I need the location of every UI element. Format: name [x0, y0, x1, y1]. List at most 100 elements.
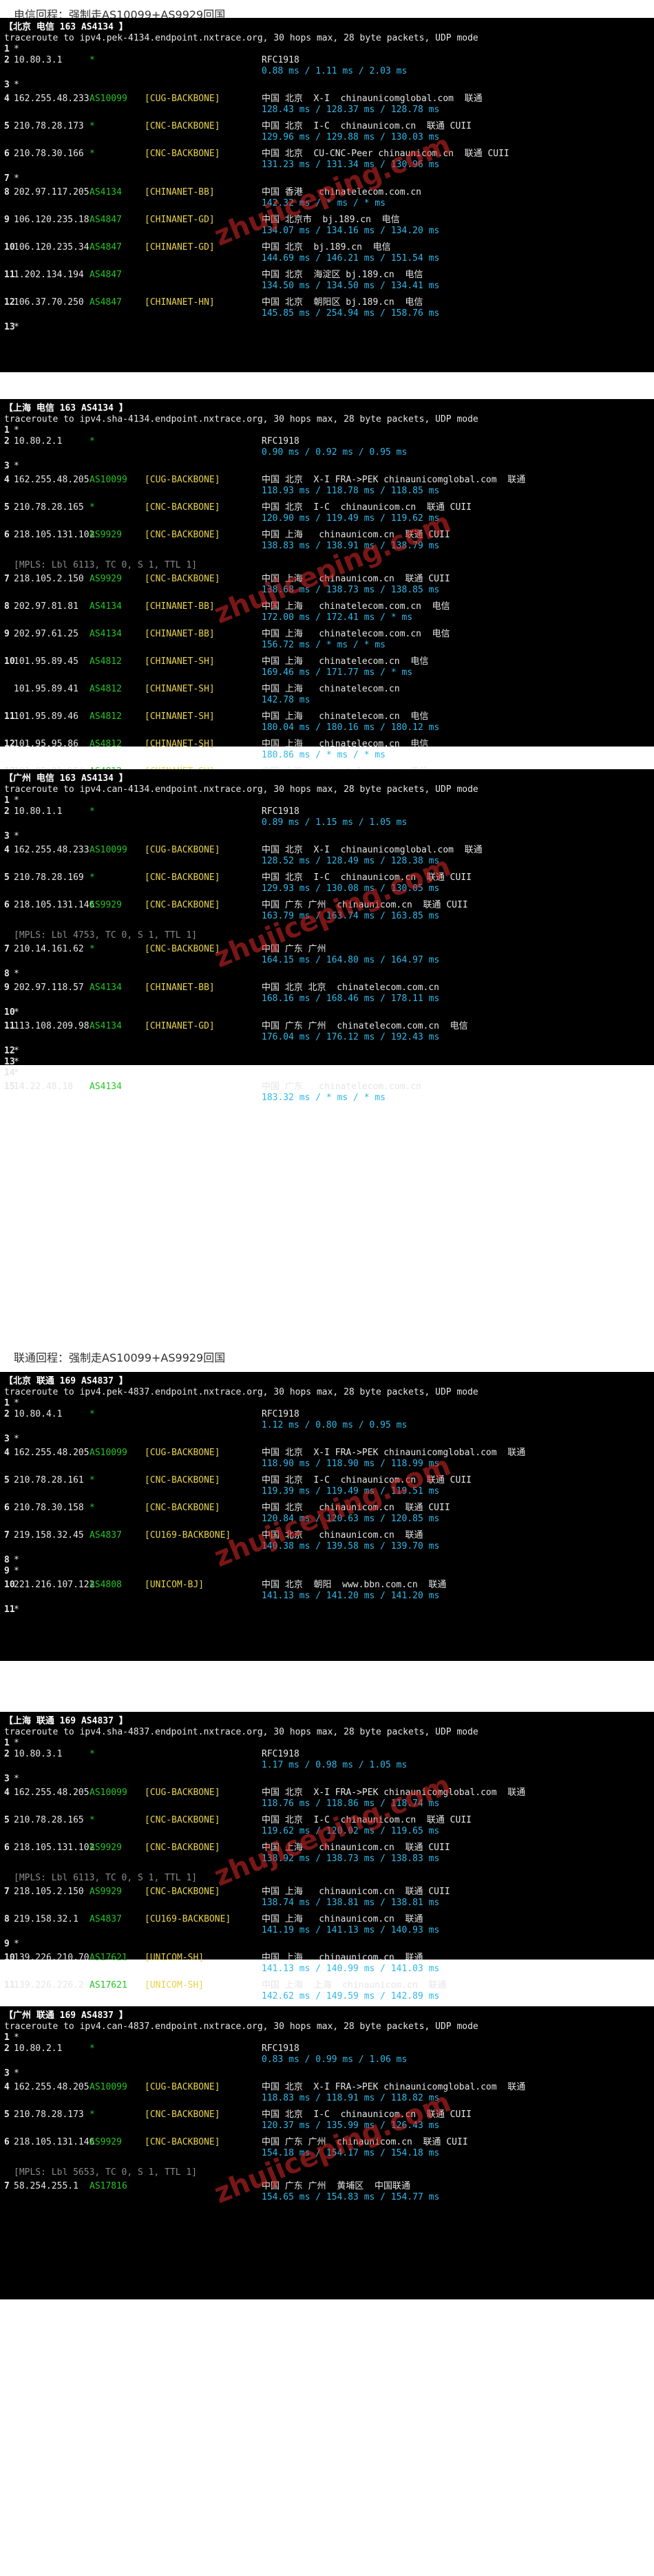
hop-number: 4: [4, 1788, 10, 1798]
hop-ip: 162.255.48.205: [14, 2082, 89, 2092]
hop-asn: AS4134: [89, 187, 122, 197]
hop-number: 5: [4, 1475, 10, 1485]
hop-backbone-tag: [CU169-BACKBONE]: [145, 1530, 231, 1541]
hop-number: 5: [4, 872, 10, 883]
hop-number: 6: [4, 1503, 10, 1513]
hop-ip: 210.78.28.169: [14, 872, 84, 883]
hop-row: 4 162.255.48.205 AS10099 [CUG-BACKBONE] 中国 北…: [0, 1448, 654, 1459]
hop-geo: 中国 北京 X-I FRA->PEK chinaunicomglobal.com…: [262, 2082, 526, 2092]
hop-geo: RFC1918: [262, 1749, 299, 1759]
hop-row: 3 *: [0, 1434, 654, 1445]
hop-row: 8 202.97.117.205 AS4134 [CHINANET-BB] 中国 香港 …: [0, 187, 654, 198]
hop-latency: 118.90 ms / 118.90 ms / 118.99 ms: [262, 1459, 440, 1469]
hop-row: 11 *: [0, 1604, 654, 1616]
hop-row: 11 101.95.89.46 AS4812 [CHINANET-SH] 中国 上海 c…: [0, 711, 654, 722]
hop-asn: AS4837: [89, 1530, 122, 1541]
hop-ip: *: [14, 322, 19, 332]
hop-ip: *: [14, 1939, 19, 1949]
hop-row: 101.95.89.41 AS4812 [CHINANET-SH] 中国 上海 chi…: [0, 684, 654, 695]
hop-backbone-tag: [CUG-BACKBONE]: [145, 2082, 220, 2092]
hop-row: 7 219.158.32.45 AS4837 [CU169-BACKBONE] 中国 北…: [0, 1530, 654, 1541]
hop-backbone-tag: [CUG-BACKBONE]: [145, 94, 220, 104]
hop-backbone-tag: [CNC-BACKBONE]: [145, 2110, 220, 2120]
hop-geo: 中国 广东 广州 chinatelecom.com.cn 电信: [262, 1021, 468, 1031]
hop-latency: 164.15 ms / 164.80 ms / 164.97 ms: [262, 955, 440, 965]
hop-geo: 中国 上海 chinaunicom.cn 联通 CUII: [262, 1887, 450, 1897]
hop-latency: 144.69 ms / 146.21 ms / 151.54 ms: [262, 253, 440, 264]
hop-asn: *: [89, 1409, 95, 1419]
hop-latency: 0.83 ms / 0.99 ms / 1.06 ms: [262, 2054, 408, 2065]
hop-geo: 中国 上海 chinatelecom.com.cn 电信: [262, 629, 450, 639]
hop-ip: *: [14, 1057, 19, 1067]
hop-asn: AS4134: [89, 629, 122, 639]
hop-latency: 141.13 ms / 140.99 ms / 141.03 ms: [262, 1964, 440, 1974]
hop-asn: AS10099: [89, 475, 127, 485]
hop-ip: 202.97.118.57: [14, 983, 84, 993]
trace-command: traceroute to ipv4.pek-4837.endpoint.nxt…: [4, 1387, 478, 1397]
hop-row: 1 *: [0, 1738, 654, 1749]
hop-geo: 中国 上海 chinaunicom.cn 联通: [262, 1953, 423, 1963]
hop-ip: 106.120.235.18: [14, 215, 89, 225]
hop-ip: 139.226.210.70: [14, 1953, 89, 1963]
hop-number: 9: [4, 1566, 10, 1576]
hop-row: 3 *: [0, 461, 654, 472]
hop-asn: *: [89, 2110, 95, 2120]
hop-asn: AS9929: [89, 574, 122, 584]
hop-row: 9 106.120.235.18 AS4847 [CHINANET-GD] 中国 北京市…: [0, 215, 654, 226]
hop-latency: 138.83 ms / 138.91 ms / 138.79 ms: [262, 541, 440, 551]
hop-row: 9 202.97.118.57 AS4134 [CHINANET-BB] 中国 北京 北…: [0, 983, 654, 994]
hop-ip: *: [14, 969, 19, 979]
hop-row: 8 *: [0, 969, 654, 980]
hop-number: 5: [4, 1815, 10, 1825]
hop-number: 8: [4, 1555, 10, 1565]
hop-asn: *: [89, 502, 95, 513]
hop-asn: *: [89, 121, 95, 131]
hop-latency: 140.38 ms / 139.58 ms / 139.70 ms: [262, 1541, 440, 1552]
hop-number: 7: [4, 944, 10, 954]
hop-latency: 128.52 ms / 128.49 ms / 128.38 ms: [262, 856, 440, 866]
hop-latency: 141.13 ms / 141.20 ms / 141.20 ms: [262, 1591, 440, 1601]
hop-asn: AS4134: [89, 1021, 122, 1031]
hop-row: 4 162.255.48.205 AS10099 [CUG-BACKBONE] 中国 北…: [0, 1788, 654, 1799]
hop-latency: 1.17 ms / 0.98 ms / 1.05 ms: [262, 1760, 408, 1770]
hop-latency: 0.89 ms / 1.15 ms / 1.05 ms: [262, 817, 408, 828]
hop-ip: 219.158.32.1: [14, 1914, 78, 1924]
hop-asn: *: [89, 436, 95, 447]
hop-geo: 中国 广东 广州: [262, 944, 326, 954]
terminal-block: 【上海 联通 169 AS4837 】 traceroute to ipv4.sh…: [0, 1712, 654, 2001]
hop-ip: 58.254.255.1: [14, 2181, 78, 2191]
hop-geo: 中国 北京 I-C chinaunicom.cn 联通 CUII: [262, 872, 472, 883]
hop-backbone-tag: [CNC-BACKBONE]: [145, 574, 220, 584]
hop-geo: 中国 广东 广州 chinaunicom.cn 联通 CUII: [262, 900, 468, 910]
trace-command: traceroute to ipv4.can-4837.endpoint.nxt…: [4, 2021, 478, 2032]
hop-latency: 134.07 ms / 134.16 ms / 134.20 ms: [262, 226, 440, 236]
hop-ip: 162.255.48.205: [14, 1788, 89, 1798]
hop-backbone-tag: [CNC-BACKBONE]: [145, 1503, 220, 1513]
hop-row: 2 10.80.2.1 * RFC1918: [0, 2043, 654, 2054]
hop-geo: 中国 广东 chinatelecom.com.cn: [262, 1082, 422, 1092]
hop-latency: 145.85 ms / 254.94 ms / 158.76 ms: [262, 308, 440, 319]
hop-asn: AS9929: [89, 530, 122, 540]
hop-ip: 210.78.28.173: [14, 121, 84, 131]
hop-row: 8 219.158.32.1 AS4837 [CU169-BACKBONE] 中国 上海…: [0, 1914, 654, 1925]
hop-latency: 142.78 ms: [262, 695, 310, 705]
hop-backbone-tag: [CUG-BACKBONE]: [145, 1788, 220, 1798]
hop-geo: 中国 北京 I-C chinaunicom.cn 联通 CUII: [262, 1475, 472, 1485]
hop-row: 7 210.14.161.62 * [CNC-BACKBONE] 中国 广东 广州: [0, 944, 654, 955]
hop-geo: RFC1918: [262, 55, 299, 65]
hop-latency: 180.86 ms / * ms / * ms: [262, 750, 386, 760]
hop-row: 11 113.108.209.98 AS4134 [CHINANET-GD] 中国 广东…: [0, 1021, 654, 1032]
hop-backbone-tag: [CHINANET-BB]: [145, 601, 215, 612]
hop-asn: *: [89, 944, 95, 954]
hop-number: 4: [4, 1448, 10, 1458]
trace-title: 【广州 电信 163 AS4134 】: [4, 773, 128, 784]
hop-number: 6: [4, 530, 10, 540]
hop-geo: 中国 上海 chinaunicom.cn 联通 CUII: [262, 530, 450, 540]
hop-backbone-tag: [CNC-BACKBONE]: [145, 1815, 220, 1825]
hop-ip: 14.22.48.18: [14, 1082, 74, 1092]
hop-number: 3: [4, 2068, 10, 2079]
hop-ip: 210.14.161.62: [14, 944, 84, 954]
hop-number: 2: [4, 1409, 10, 1419]
hop-backbone-tag: [CNC-BACKBONE]: [145, 2137, 220, 2147]
hop-number: 1: [4, 795, 10, 806]
